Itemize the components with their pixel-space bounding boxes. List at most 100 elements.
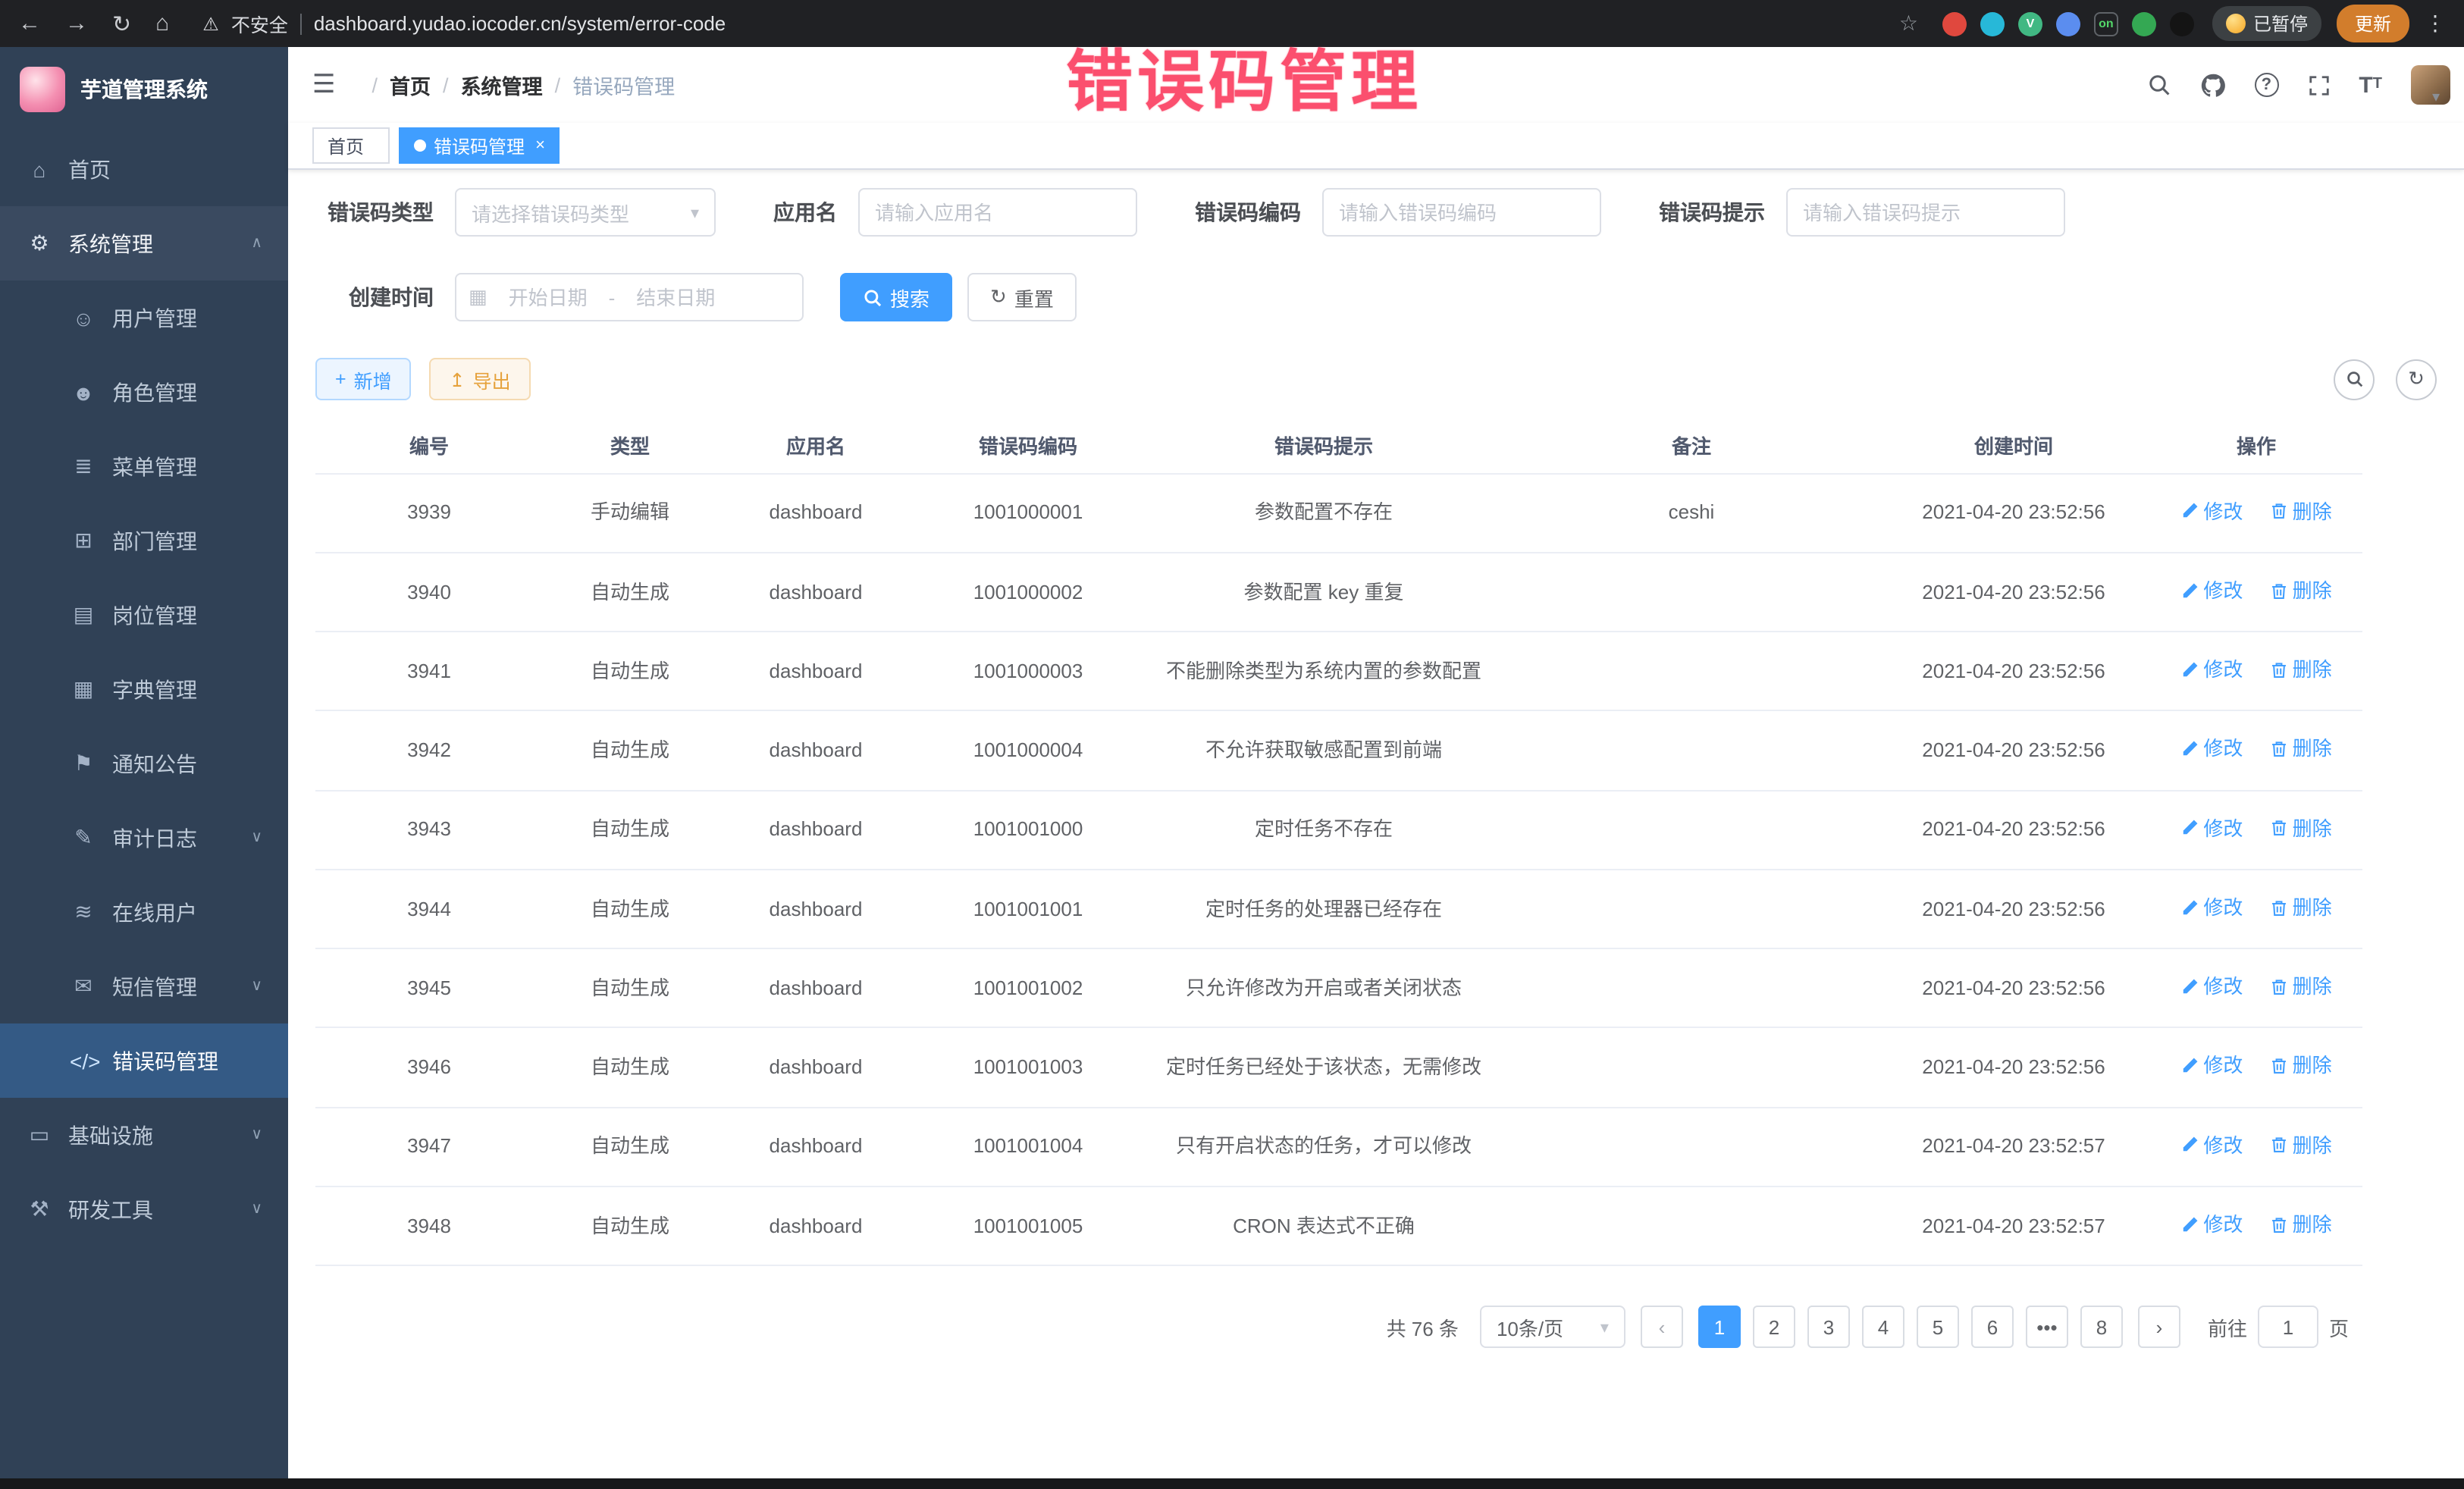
page-button[interactable]: 4	[1862, 1306, 1904, 1348]
prev-page-button[interactable]: ‹	[1641, 1306, 1683, 1348]
address-bar[interactable]: ⚠ 不安全 dashboard.yudao.iocoder.cn/system/…	[202, 9, 1942, 38]
toggle-search-button[interactable]	[2334, 359, 2375, 400]
sidebar-item[interactable]: ⚙ 系统管理 ∧	[0, 206, 288, 281]
bookmark-star-icon[interactable]: ☆	[1899, 11, 1918, 36]
delete-link[interactable]: 删除	[2270, 1210, 2332, 1240]
delete-link[interactable]: 删除	[2270, 497, 2332, 526]
page-button[interactable]: 8	[2080, 1306, 2123, 1348]
delete-link[interactable]: 删除	[2270, 1130, 2332, 1160]
page-button[interactable]: 2	[1753, 1306, 1795, 1348]
table-row: 3942 自动生成 dashboard 1001000004 不允许获取敏感配置…	[315, 711, 2362, 791]
goto-page-input[interactable]	[2258, 1306, 2318, 1348]
paused-badge[interactable]: 已暂停	[2212, 6, 2321, 41]
sidebar-item[interactable]: ✎ 审计日志 ∨	[0, 801, 288, 875]
url-text[interactable]: dashboard.yudao.iocoder.cn/system/error-…	[314, 12, 726, 35]
edit-link[interactable]: 修改	[2180, 1210, 2243, 1240]
sidebar-item[interactable]: ⚑ 通知公告	[0, 726, 288, 801]
page-button[interactable]: •••	[2026, 1306, 2068, 1348]
export-button[interactable]: ↥ 导出	[430, 358, 531, 400]
sidebar-item[interactable]: ▭ 基础设施 ∨	[0, 1098, 288, 1172]
reload-icon[interactable]: ↻	[112, 10, 131, 37]
date-range-picker[interactable]: ▦ -	[455, 273, 804, 321]
chevron-icon: ∧	[251, 235, 262, 252]
search-icon[interactable]	[2146, 73, 2171, 97]
sidebar-item[interactable]: ≋ 在线用户	[0, 875, 288, 949]
chrome-update-button[interactable]: 更新	[2337, 5, 2409, 42]
edit-link[interactable]: 修改	[2180, 893, 2243, 923]
back-icon[interactable]: ←	[18, 11, 41, 36]
breadcrumb-label[interactable]: 错误码管理	[572, 70, 675, 100]
cell-id: 3944	[315, 870, 543, 949]
breadcrumb-item[interactable]: / 系统管理	[431, 70, 543, 100]
delete-link[interactable]: 删除	[2270, 655, 2332, 685]
sidebar-item[interactable]: ✉ 短信管理 ∨	[0, 949, 288, 1023]
start-date-input[interactable]	[494, 286, 603, 309]
sidebar-item[interactable]: ▦ 字典管理	[0, 652, 288, 726]
sidebar-item[interactable]: ≣ 菜单管理	[0, 429, 288, 503]
breadcrumb-label[interactable]: 系统管理	[461, 70, 543, 100]
sidebar-item[interactable]: </> 错误码管理	[0, 1023, 288, 1098]
page-button[interactable]: 6	[1971, 1306, 2014, 1348]
end-date-input[interactable]	[621, 286, 730, 309]
edit-link[interactable]: 修改	[2180, 735, 2243, 764]
refresh-table-button[interactable]: ↻	[2396, 359, 2437, 400]
tag-tab[interactable]: 错误码管理 ×	[399, 127, 560, 164]
delete-link[interactable]: 删除	[2270, 972, 2332, 1002]
app-logo[interactable]: 芋道管理系统	[0, 47, 288, 132]
page-button[interactable]: 3	[1807, 1306, 1850, 1348]
error-code-input[interactable]	[1322, 188, 1601, 237]
edit-link[interactable]: 修改	[2180, 1052, 2243, 1081]
people-extension-icon[interactable]	[2056, 11, 2080, 36]
sidebar-item[interactable]: ☻ 角色管理	[0, 355, 288, 429]
avatar[interactable]: ▾	[2411, 64, 2440, 105]
page-button[interactable]: 1	[1698, 1306, 1741, 1348]
page-size-select[interactable]: 10条/页 ▾	[1480, 1306, 1625, 1348]
drop-extension-icon[interactable]	[1980, 11, 2005, 36]
search-button[interactable]: 搜索	[840, 273, 952, 321]
breadcrumb-item[interactable]: / 错误码管理	[543, 70, 676, 100]
add-button[interactable]: + 新增	[315, 358, 412, 400]
font-size-icon[interactable]: TT	[2359, 74, 2382, 96]
cell-app: dashboard	[717, 870, 914, 949]
cell-id: 3941	[315, 632, 543, 711]
delete-link[interactable]: 删除	[2270, 576, 2332, 606]
next-page-button[interactable]: ›	[2138, 1306, 2180, 1348]
edit-link[interactable]: 修改	[2180, 655, 2243, 685]
sidebar-toggle-icon[interactable]: ☰	[312, 70, 336, 100]
sidebar-item[interactable]: ⌂ 首页	[0, 132, 288, 206]
reset-button[interactable]: ↻ 重置	[967, 273, 1077, 321]
breadcrumb-item[interactable]: / 首页	[360, 70, 431, 100]
sidebar-item[interactable]: ☺ 用户管理	[0, 281, 288, 355]
delete-link[interactable]: 删除	[2270, 735, 2332, 764]
cell-actions: 修改 删除	[2150, 553, 2362, 632]
edit-link[interactable]: 修改	[2180, 1130, 2243, 1160]
breadcrumb-label[interactable]: 首页	[390, 70, 431, 100]
help-icon[interactable]: ?	[2254, 73, 2278, 97]
github-icon[interactable]	[2199, 72, 2225, 98]
sidebar-item[interactable]: ⚒ 研发工具 ∨	[0, 1172, 288, 1246]
error-type-select[interactable]: 请选择错误码类型 ▾	[455, 188, 716, 237]
sidebar-item[interactable]: ⊞ 部门管理	[0, 503, 288, 578]
vue-devtools-icon[interactable]: V	[2018, 11, 2042, 36]
edit-link[interactable]: 修改	[2180, 576, 2243, 606]
delete-link[interactable]: 删除	[2270, 813, 2332, 843]
edit-link[interactable]: 修改	[2180, 813, 2243, 843]
edit-link[interactable]: 修改	[2180, 972, 2243, 1002]
page-button[interactable]: 5	[1917, 1306, 1959, 1348]
browser-menu-icon[interactable]: ⋮	[2425, 11, 2446, 36]
app-name-input[interactable]	[858, 188, 1137, 237]
edit-link[interactable]: 修改	[2180, 497, 2243, 526]
leaf-extension-icon[interactable]	[2132, 11, 2156, 36]
tag-tab[interactable]: 首页	[312, 127, 390, 164]
delete-link[interactable]: 删除	[2270, 893, 2332, 923]
close-icon[interactable]: ×	[535, 136, 545, 155]
fullscreen-icon[interactable]	[2307, 74, 2330, 96]
home-icon[interactable]: ⌂	[155, 11, 169, 36]
forward-icon[interactable]: →	[65, 11, 88, 36]
record-extension-icon[interactable]	[1942, 11, 1967, 36]
sidebar-item[interactable]: ▤ 岗位管理	[0, 578, 288, 652]
switch-extension-icon[interactable]: on	[2094, 11, 2118, 36]
error-hint-input[interactable]	[1786, 188, 2065, 237]
pin-extension-icon[interactable]	[2170, 11, 2194, 36]
delete-link[interactable]: 删除	[2270, 1052, 2332, 1081]
